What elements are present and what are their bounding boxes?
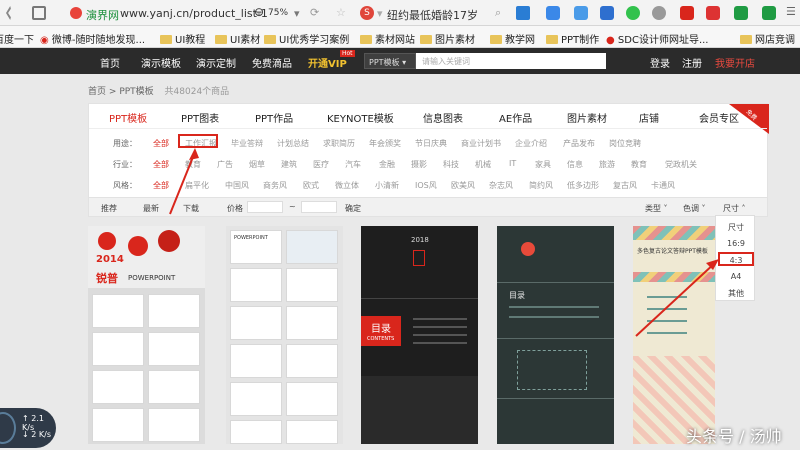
download-arrow-icon: ↓	[22, 430, 29, 439]
upload-arrow-icon: ↑	[22, 414, 29, 423]
watermark: 头条号 / 汤帅	[686, 427, 782, 446]
arrow-line-right	[635, 261, 717, 337]
upload-value: 2.1	[31, 414, 44, 423]
download-speed: ↓ 2 K/s	[22, 430, 51, 439]
gauge-ring	[0, 412, 16, 444]
download-value: 2	[31, 430, 37, 439]
download-unit: K/s	[38, 430, 51, 439]
annotation-arrows	[169, 148, 719, 337]
arrow-head-left	[189, 148, 199, 160]
arrow-line-left	[169, 151, 196, 215]
network-speed-widget: ↑ 2.1 K/s ↓ 2 K/s	[0, 408, 56, 448]
